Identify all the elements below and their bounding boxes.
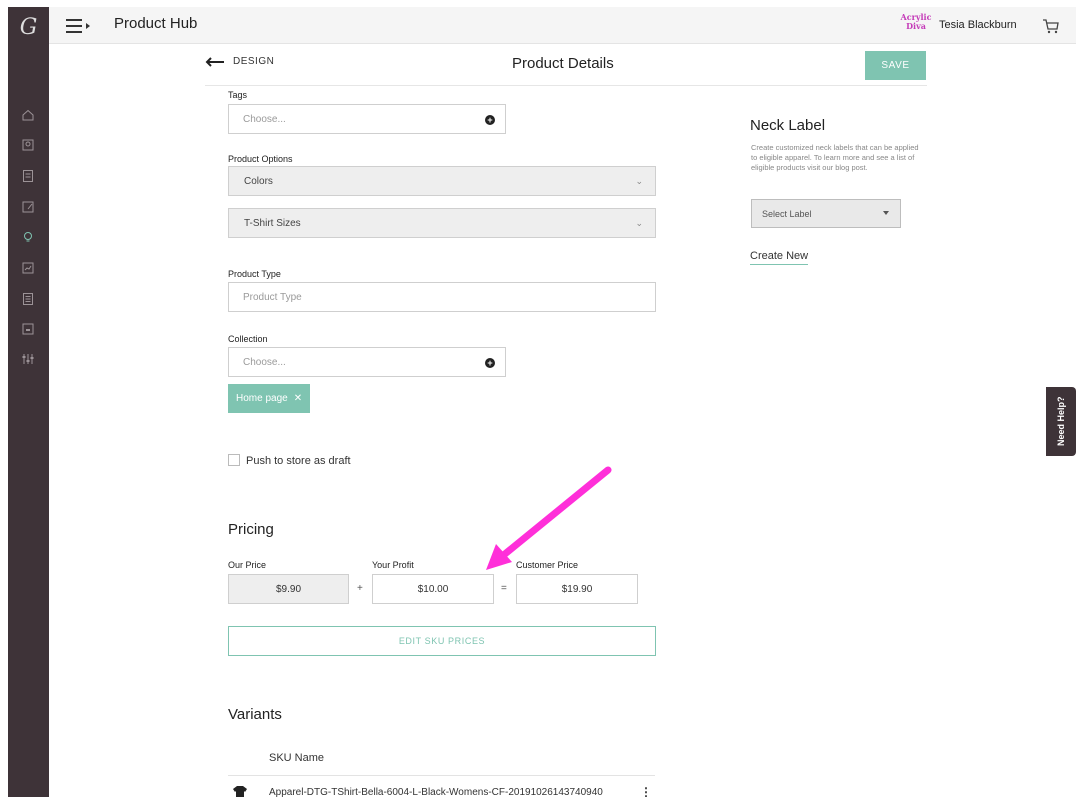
collection-input[interactable]: Choose... +	[228, 347, 506, 377]
sidebar: G	[8, 7, 49, 797]
menu-toggle-icon[interactable]	[66, 17, 92, 35]
need-help-tab[interactable]: Need Help?	[1046, 387, 1076, 456]
edit-icon[interactable]	[20, 200, 36, 214]
orders-icon[interactable]	[20, 169, 36, 183]
neck-label-select-value: Select Label	[762, 208, 812, 219]
annotation-arrow-icon	[486, 466, 612, 570]
top-bar: Product Hub Acrylic Diva Tesia Blackburn	[49, 7, 1076, 44]
profile-icon[interactable]	[20, 138, 36, 152]
product-type-label: Product Type	[228, 269, 281, 279]
tags-input[interactable]: Choose... +	[228, 104, 506, 134]
store-icon[interactable]	[20, 322, 36, 336]
plus-sign: +	[357, 583, 363, 594]
caret-down-icon	[883, 211, 889, 215]
user-name[interactable]: Tesia Blackburn	[939, 19, 1017, 31]
cart-icon[interactable]	[1042, 17, 1060, 35]
colors-select[interactable]: Colors ⌄	[228, 166, 656, 196]
sku-name-header: SKU Name	[269, 752, 325, 764]
neck-label-title: Neck Label	[750, 117, 826, 134]
customer-price-input[interactable]: $19.90	[516, 574, 638, 604]
chevron-down-icon: ⌄	[635, 176, 643, 186]
neck-label-select[interactable]: Select Label	[751, 199, 901, 228]
your-profit-label: Your Profit	[372, 560, 414, 570]
draft-checkbox[interactable]	[228, 454, 240, 466]
variants-title: Variants	[228, 706, 282, 723]
app: G Product Hub Acrylic Diva Tesia Blackbu…	[0, 0, 1076, 797]
collection-chip-label: Home page	[236, 393, 288, 404]
settings-sliders-icon[interactable]	[20, 352, 36, 366]
bulb-icon[interactable]	[20, 230, 36, 244]
tags-label: Tags	[228, 90, 248, 100]
our-price-label: Our Price	[228, 560, 267, 570]
app-logo[interactable]: G	[8, 15, 49, 40]
back-to-design-link[interactable]: DESIGN	[205, 56, 274, 67]
sku-divider	[228, 775, 655, 776]
your-profit-input[interactable]: $10.00	[372, 574, 494, 604]
reports-icon[interactable]	[20, 261, 36, 275]
add-collection-icon[interactable]: +	[485, 358, 495, 368]
close-icon[interactable]: ✕	[294, 393, 302, 404]
sizes-select[interactable]: T-Shirt Sizes ⌄	[228, 208, 656, 238]
colors-select-value: Colors	[244, 175, 273, 187]
header-divider	[205, 85, 927, 86]
tshirt-thumbnail-icon	[232, 785, 248, 797]
collection-placeholder: Choose...	[243, 356, 286, 368]
more-options-icon[interactable]: ⋮	[640, 786, 652, 797]
draft-checkbox-label[interactable]: Push to store as draft	[246, 455, 351, 467]
equals-sign: =	[501, 583, 507, 594]
home-icon[interactable]	[20, 108, 36, 122]
arrow-left-icon	[205, 56, 224, 67]
create-new-link[interactable]: Create New	[750, 250, 809, 265]
product-type-input[interactable]: Product Type	[228, 282, 656, 312]
page-title: Product Details	[512, 55, 614, 72]
chevron-down-icon: ⌄	[635, 218, 643, 228]
app-title: Product Hub	[114, 15, 198, 32]
pricing-title: Pricing	[228, 521, 274, 538]
tags-placeholder: Choose...	[243, 113, 286, 125]
brand-logo: Acrylic Diva	[900, 12, 932, 31]
list-icon[interactable]	[20, 292, 36, 306]
edit-sku-prices-button[interactable]: EDIT SKU PRICES	[228, 626, 656, 656]
collection-chip: Home page ✕	[228, 384, 311, 413]
sku-row-name[interactable]: Apparel-DTG-TShirt-Bella-6004-L-Black-Wo…	[269, 787, 603, 797]
our-price-field: $9.90	[228, 574, 349, 604]
sizes-select-value: T-Shirt Sizes	[244, 217, 301, 229]
add-tag-icon[interactable]: +	[485, 115, 495, 125]
collection-label: Collection	[228, 334, 268, 344]
neck-label-description: Create customized neck labels that can b…	[751, 143, 919, 172]
back-link-label: DESIGN	[233, 56, 275, 67]
product-type-placeholder: Product Type	[243, 291, 302, 303]
product-options-label: Product Options	[228, 154, 293, 164]
save-button[interactable]: SAVE	[865, 51, 926, 80]
